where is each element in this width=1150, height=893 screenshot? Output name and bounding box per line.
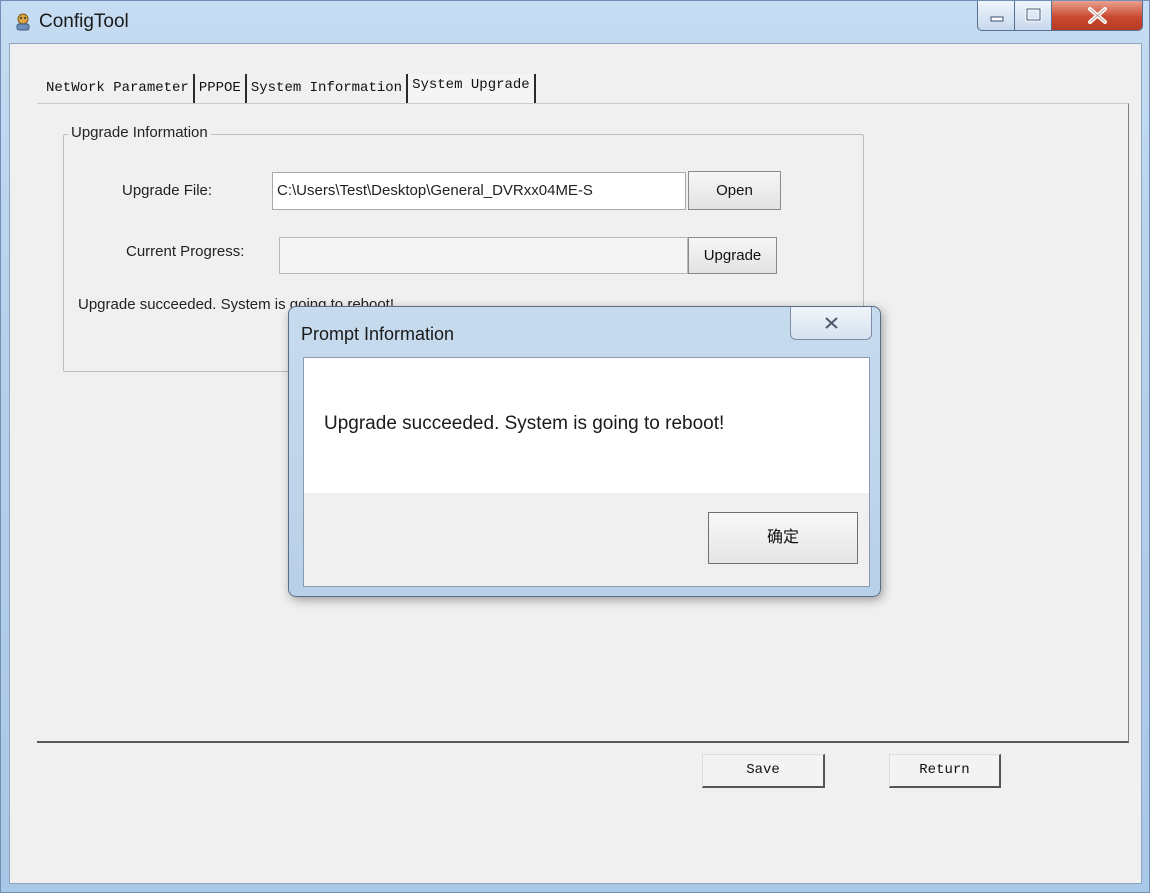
- app-icon: [13, 12, 33, 32]
- dialog-body: Upgrade succeeded. System is going to re…: [303, 357, 870, 587]
- tab-pppoe[interactable]: PPPOE: [195, 74, 247, 104]
- return-button[interactable]: Return: [889, 754, 1001, 788]
- upgrade-button[interactable]: Upgrade: [688, 237, 777, 274]
- window-title: ConfigTool: [39, 11, 129, 32]
- current-progress-bar: [279, 237, 688, 274]
- title-bar[interactable]: ConfigTool: [1, 1, 1149, 43]
- maximize-icon: [1025, 7, 1042, 22]
- dialog-message-area: Upgrade succeeded. System is going to re…: [304, 358, 869, 493]
- minimize-icon: [990, 16, 1004, 22]
- prompt-information-dialog: Prompt Information Upgrade succeeded. Sy…: [288, 306, 881, 597]
- minimize-button[interactable]: [977, 1, 1015, 31]
- close-button[interactable]: [1052, 1, 1143, 31]
- tab-strip: NetWork Parameter PPPOE System Informati…: [38, 74, 536, 104]
- tab-network-parameter[interactable]: NetWork Parameter: [38, 74, 195, 104]
- save-button[interactable]: Save: [702, 754, 825, 788]
- tab-system-information[interactable]: System Information: [247, 74, 409, 104]
- dialog-title: Prompt Information: [301, 324, 455, 344]
- close-icon: [825, 317, 838, 329]
- upgrade-file-field[interactable]: C:\Users\Test\Desktop\General_DVRxx04ME-…: [272, 172, 686, 210]
- tab-system-upgrade[interactable]: System Upgrade: [408, 74, 536, 104]
- dialog-message: Upgrade succeeded. System is going to re…: [324, 413, 725, 434]
- upgrade-file-label: Upgrade File:: [122, 182, 213, 199]
- current-progress-label: Current Progress:: [126, 243, 245, 260]
- open-button[interactable]: Open: [688, 171, 781, 210]
- dialog-close-button[interactable]: [790, 307, 872, 340]
- maximize-button[interactable]: [1015, 1, 1052, 31]
- group-label: Upgrade Information: [68, 124, 211, 141]
- close-icon: [1088, 7, 1107, 24]
- dialog-ok-button[interactable]: 确定: [708, 512, 858, 564]
